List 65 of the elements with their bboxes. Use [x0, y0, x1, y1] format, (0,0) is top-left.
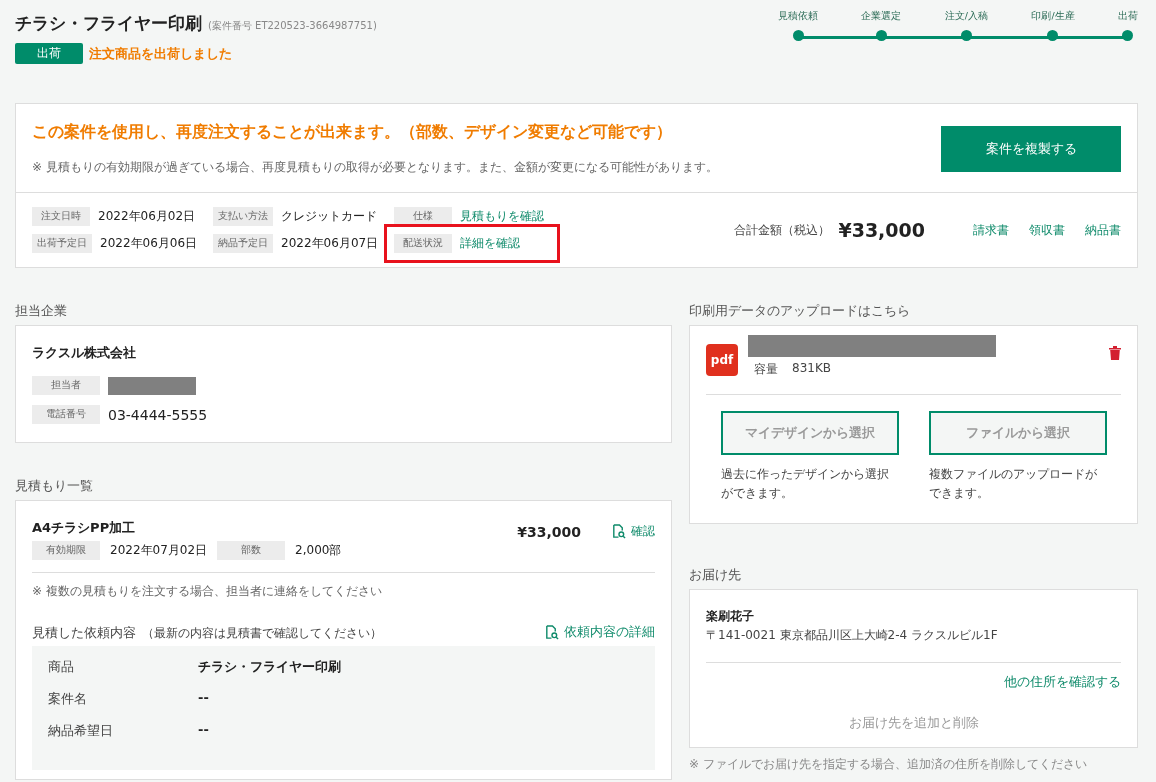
total-amount: ¥33,000: [838, 219, 925, 241]
field-label: 注文日時: [32, 207, 90, 226]
trash-icon[interactable]: [1109, 346, 1121, 360]
field-value: 2022年06月07日: [281, 235, 379, 252]
document-search-icon: [611, 524, 626, 539]
field-value: 03-4444-5555: [108, 406, 208, 423]
field-label: 納品予定日: [213, 234, 274, 253]
row-value: --: [198, 690, 210, 707]
row-value: チラシ・フライヤー印刷: [198, 658, 342, 676]
recipient-name: 楽刷花子: [706, 608, 755, 626]
step-label: 注文/入稿: [944, 10, 988, 23]
file-size: 831KB: [792, 361, 831, 377]
field-label: 部数: [217, 541, 286, 560]
button-description: 複数ファイルのアップロードができます。: [929, 466, 1098, 503]
document-search-icon: [544, 624, 559, 640]
detail-link[interactable]: 詳細を確認: [460, 235, 521, 252]
field-label: 電話番号: [32, 405, 100, 424]
step-label: 出荷: [1117, 10, 1138, 23]
step-label: 企業選定: [861, 10, 902, 23]
quote-name: A4チラシPP加工: [32, 519, 137, 537]
field-value: 2022年06月06日: [100, 235, 198, 252]
reorder-headline: この案件を使用し、再度注文することが出来ます。（部数、デザイン変更など可能です）: [32, 122, 673, 143]
field-label: 担当者: [32, 376, 100, 395]
field-label: 出荷予定日: [32, 234, 92, 253]
pdf-icon: pdf: [706, 344, 738, 376]
quotes-note: ※ 複数の見積もりを注文する場合、担当者に連絡をしてください: [32, 583, 383, 600]
delivery-note: ※ ファイルでお届け先を指定する場合、追加済の住所を削除してください: [689, 756, 1088, 774]
step-label: 印刷/生産: [1031, 10, 1075, 23]
recipient-address: 〒141-0021 東京都品川区上大崎2-4 ラクスルビル1F: [706, 627, 1121, 664]
quote-price: ¥33,000: [517, 523, 581, 540]
field-value: 2022年07月02日: [110, 542, 208, 559]
section-heading: お届け先: [689, 566, 742, 585]
row-label: 案件名: [48, 690, 88, 708]
request-title: 見積した依頼内容: [32, 625, 136, 640]
status-badge: 出荷: [15, 43, 83, 64]
row-label: 商品: [48, 658, 75, 676]
field-value: 2022年06月02日: [98, 208, 196, 225]
total-label: 合計金額（税込）: [734, 221, 831, 239]
reorder-note: ※ 見積もりの有効期限が過ぎている場合、再度見積もりの取得が必要となります。また、金額が変更になる可能性があります。: [32, 159, 718, 176]
request-detail-link[interactable]: 依頼内容の詳細: [544, 623, 655, 641]
document-link[interactable]: 領収書: [1029, 221, 1065, 239]
field-value: クレジットカード: [281, 208, 378, 225]
status-message: 注文商品を出荷しました: [89, 44, 232, 63]
section-heading: 担当企業: [15, 302, 68, 320]
step-label: 見積依頼: [778, 10, 818, 23]
field-label: 有効期限: [32, 541, 100, 560]
detail-link[interactable]: 見積もりを確認: [460, 208, 545, 225]
document-link[interactable]: 請求書: [973, 221, 1009, 239]
request-subtitle: （最新の内容は見積書で確認してください）: [142, 626, 382, 640]
row-label: 納品希望日: [48, 722, 114, 740]
document-link[interactable]: 納品書: [1085, 221, 1121, 239]
other-address-link[interactable]: 他の住所を確認する: [1004, 674, 1121, 690]
company-name: ラクスル株式会社: [32, 344, 137, 362]
size-label: 容量: [754, 361, 778, 378]
confirm-link[interactable]: 確認: [611, 523, 655, 540]
duplicate-button[interactable]: 案件を複製する: [941, 126, 1121, 172]
case-number: (案件番号 ET220523-3664987751): [208, 19, 377, 33]
page-title: チラシ・フライヤー印刷: [15, 12, 202, 35]
row-value: --: [198, 722, 210, 739]
section-heading: 印刷用データのアップロードはこちら: [689, 302, 911, 320]
field-label: 配送状況: [394, 234, 453, 253]
field-label: 支払い方法: [213, 207, 274, 226]
field-value: 2,000部: [295, 542, 342, 559]
section-heading: 見積もり一覧: [15, 477, 94, 495]
button-description: 過去に作ったデザインから選択ができます。: [721, 466, 890, 503]
